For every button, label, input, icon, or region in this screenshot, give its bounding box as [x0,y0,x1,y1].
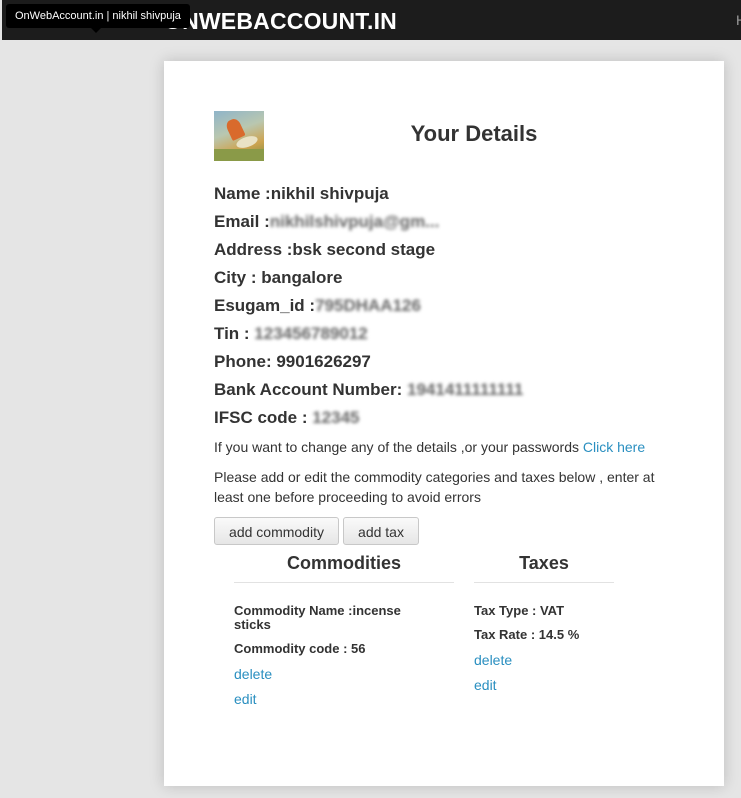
city-value: bangalore [261,268,343,287]
tax-type: Tax Type : VAT [474,603,565,618]
ifsc-value: 12345 [312,408,360,427]
taxes-heading: Taxes [519,553,569,573]
commodity-code: Commodity code : 56 [234,641,366,656]
name-label: Name : [214,184,271,203]
commodity-delete-link[interactable]: delete [234,666,272,682]
instructions-text: Please add or edit the commodity categor… [214,469,655,505]
name-value: nikhil shivpuja [270,184,389,203]
phone-value: 9901626297 [276,352,371,371]
city-label: City : [214,268,262,287]
address-label: Address : [214,240,293,259]
bank-label: Bank Account Number: [214,380,408,399]
detail-address: Address :bsk second stage [214,239,523,267]
detail-phone: Phone: 9901626297 [214,351,523,379]
detail-name: Name :nikhil shivpuja [214,183,523,211]
avatar [214,111,264,161]
taxes-divider [474,582,614,583]
details-list: Name :nikhil shivpuja Email :nikhilshivp… [214,183,523,435]
esugam-label: Esugam_id : [214,296,316,315]
commodities-divider [234,582,454,583]
bank-value: 1941411111111 [407,380,524,399]
details-panel: Your Details Name :nikhil shivpuja Email… [164,61,724,786]
esugam-value: 795DHAA126 [315,296,421,315]
page-title: Your Details [410,121,538,146]
commodity-edit-link[interactable]: edit [234,691,257,707]
detail-city: City : bangalore [214,267,523,295]
commodities-heading: Commodities [286,553,401,573]
tooltip-arrow [91,28,101,33]
address-value: bsk second stage [292,240,436,259]
commodity-name: Commodity Name :incense sticks [234,603,401,632]
tax-edit-link[interactable]: edit [474,677,497,693]
detail-ifsc: IFSC code : 12345 [214,407,523,435]
tax-rate: Tax Rate : 14.5 % [474,627,580,642]
add-tax-button[interactable]: add tax [343,517,419,545]
tin-value: 123456789012 [254,324,368,343]
email-value: nikhilshivpuja@gm... [269,212,440,231]
phone-label: Phone: [214,352,277,371]
tab-tooltip: OnWebAccount.in | nikhil shivpuja [6,4,190,28]
change-notice-text: If you want to change any of the details… [214,439,583,455]
change-notice: If you want to change any of the details… [214,437,645,457]
detail-tin: Tin : 123456789012 [214,323,523,351]
add-commodity-button[interactable]: add commodity [214,517,339,545]
ifsc-label: IFSC code : [214,408,313,427]
brand-logo-text[interactable]: ONWEBACCOUNT.IN [164,8,397,35]
click-here-link[interactable]: Click here [583,439,645,455]
tax-delete-link[interactable]: delete [474,652,512,668]
detail-esugam: Esugam_id :795DHAA126 [214,295,523,323]
nav-item-home[interactable]: H [736,12,741,28]
email-label: Email : [214,212,270,231]
detail-email: Email :nikhilshivpuja@gm... [214,211,523,239]
tin-label: Tin : [214,324,255,343]
detail-bank-account: Bank Account Number: 1941411111111 [214,379,523,407]
